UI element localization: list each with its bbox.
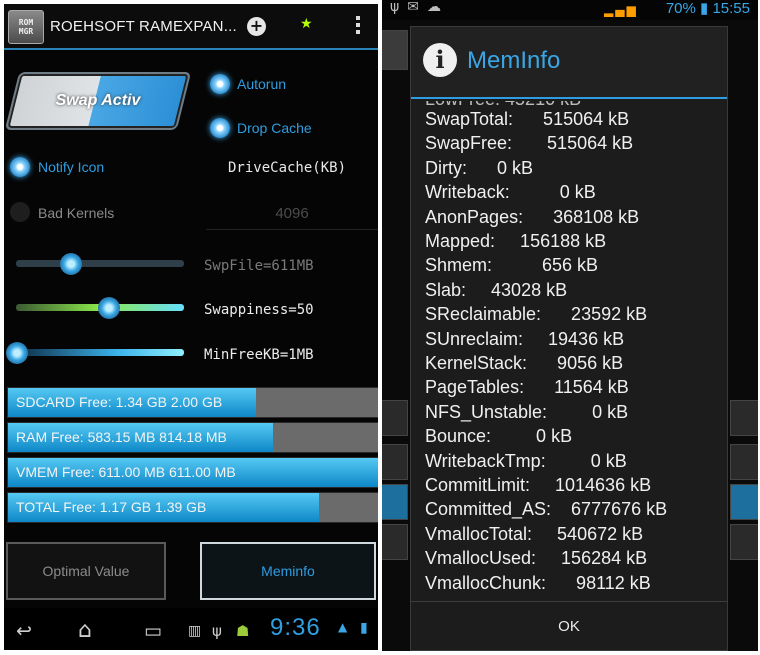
notify-icon-label: Notify Icon <box>38 159 105 175</box>
meminfo-row: Mapped: 156188 kB <box>425 231 607 251</box>
battery-icon: ▮ <box>700 0 709 17</box>
meminfo-row: KernelStack: 9056 kB <box>425 353 624 373</box>
background-bar <box>382 444 408 480</box>
vmem-free-bar: VMEM Free: 611.00 MB 611.00 MB <box>7 457 378 488</box>
swapfile-slider-track[interactable] <box>16 260 184 267</box>
notify-icon-radio[interactable] <box>10 157 30 177</box>
recent-apps-icon[interactable]: ▭ <box>144 620 162 642</box>
background-bar <box>382 484 408 520</box>
meminfo-screen: ψ✉☁ ▂▄▆ 70% ▮ 15:55 i MemInfo LowFree: 4… <box>382 0 758 651</box>
total-free-bar: TOTAL Free: 1.17 GB 1.39 GB <box>7 492 378 523</box>
info-icon: i <box>423 43 457 77</box>
drop-cache-label: Drop Cache <box>237 120 312 136</box>
usb-icon: ψ <box>212 622 222 640</box>
meminfo-row: SReclaimable: 23592 kB <box>425 304 648 325</box>
meminfo-list[interactable]: LowFree: 45210 kB SwapTotal: 515064 kBSw… <box>411 101 727 593</box>
system-nav-bar: ↩ ⌂ ▭ ▥ ψ ☗ 9:36 ▲ ▮ <box>4 608 378 650</box>
total-free-text: TOTAL Free: 1.17 GB 1.39 GB <box>16 499 207 515</box>
meminfo-row: Writeback: 0 kB <box>425 182 596 203</box>
meminfo-row: SwapFree: 515064 kB <box>425 133 634 154</box>
add-icon[interactable]: + <box>247 17 266 36</box>
app-icon[interactable]: ROM MGR <box>8 10 44 44</box>
sdcard-free-bar: SDCARD Free: 1.34 GB 2.00 GB <box>7 387 378 418</box>
meminfo-row: AnonPages: 368108 kB <box>425 206 640 227</box>
swappiness-label: Swappiness=50 <box>204 302 314 318</box>
swap-toggle-label: Swap Activ <box>55 92 141 109</box>
meminfo-row: CommitLimit: 1014636 kB <box>425 475 652 495</box>
meminfo-row: Shmem: 656 kB <box>425 255 599 276</box>
notification-icons: ψ✉☁ <box>390 0 449 15</box>
background-bar <box>382 400 408 436</box>
meminfo-row: WritebackTmp: 0 kB <box>425 450 627 471</box>
background-bar <box>382 524 408 560</box>
battery-percent: 70% <box>665 0 696 17</box>
optimal-value-label: Optimal Value <box>42 563 130 579</box>
meminfo-row: VmallocChunk: 98112 kB <box>425 572 651 593</box>
overflow-menu-icon[interactable] <box>356 16 360 36</box>
meminfo-row: Slab: 43028 kB <box>425 279 568 300</box>
optimal-value-button[interactable]: Optimal Value <box>6 542 166 600</box>
swapfile-label: SwpFile=611MB <box>204 258 314 274</box>
dialog-header: i MemInfo <box>411 27 727 99</box>
star-icon[interactable]: ★ <box>300 16 313 32</box>
minfree-slider-track[interactable] <box>16 349 184 356</box>
action-bar: ROM MGR ROEHSOFT RAMEXPAN... + ★ <box>4 4 378 50</box>
background-app-icon <box>382 30 408 70</box>
signal-bars-icon: ▂▄▆ <box>604 3 638 17</box>
bad-kernels-radio[interactable] <box>10 202 30 222</box>
meminfo-dialog: i MemInfo LowFree: 45210 kB SwapTotal: 5… <box>410 26 728 651</box>
status-clock: 9:36 <box>270 614 321 641</box>
vmem-free-text: VMEM Free: 611.00 MB 611.00 MB <box>16 464 236 480</box>
swappiness-slider-thumb[interactable] <box>98 297 121 319</box>
autorun-radio[interactable] <box>210 74 230 94</box>
autorun-label: Autorun <box>237 76 287 92</box>
meminfo-label: Meminfo <box>261 563 315 579</box>
sdcard-free-text: SDCARD Free: 1.34 GB 2.00 GB <box>16 394 223 410</box>
meminfo-button[interactable]: Meminfo <box>200 542 376 600</box>
status-bar: ψ✉☁ ▂▄▆ 70% ▮ 15:55 <box>382 0 758 20</box>
minfree-label: MinFreeKB=1MB <box>204 347 314 363</box>
meminfo-row: NFS_Unstable: 0 kB <box>425 401 629 422</box>
drive-cache-label: DriveCache(KB) <box>228 160 347 176</box>
meminfo-row: Dirty: 0 kB <box>425 157 534 178</box>
meminfo-row: VmallocTotal: 540672 kB <box>425 523 644 544</box>
drive-cache-input[interactable]: 4096 <box>206 198 378 230</box>
background-bar <box>730 524 758 560</box>
meminfo-row: SwapTotal: 515064 kB <box>425 109 630 129</box>
minfree-slider-thumb[interactable] <box>6 342 28 364</box>
ok-button[interactable]: OK <box>411 602 727 651</box>
background-bar <box>730 444 758 480</box>
bad-kernels-label: Bad Kernels <box>38 205 115 221</box>
meminfo-row: SUnreclaim: 19436 kB <box>425 328 625 349</box>
battery-icon: ▮ <box>360 620 368 636</box>
dialog-footer: OK <box>411 601 727 651</box>
android-icon: ☗ <box>236 622 250 640</box>
meminfo-row: PageTables: 11564 kB <box>425 377 629 398</box>
status-time: 15:55 <box>712 0 750 17</box>
meminfo-row: Committed_AS: 6777676 kB <box>425 499 668 520</box>
home-icon[interactable]: ⌂ <box>78 618 92 643</box>
ram-free-text: RAM Free: 583.15 MB 814.18 MB <box>16 429 227 445</box>
dialog-title: MemInfo <box>467 47 561 74</box>
app-title: ROEHSOFT RAMEXPAN... <box>50 18 237 35</box>
meminfo-row: Bounce: 0 kB <box>425 426 573 447</box>
swapfile-slider-thumb[interactable] <box>59 253 82 275</box>
status-battery-time: 70% ▮ 15:55 <box>666 0 750 17</box>
ramexpander-screen: ROM MGR ROEHSOFT RAMEXPAN... + ★ Swap Act… <box>4 4 378 650</box>
signal-icon: ▲ <box>338 620 348 634</box>
barcode-icon: ▥ <box>188 623 202 639</box>
back-icon[interactable]: ↩ <box>16 620 32 642</box>
ram-free-bar: RAM Free: 583.15 MB 814.18 MB <box>7 422 378 453</box>
drop-cache-radio[interactable] <box>210 118 230 138</box>
background-bar <box>730 484 758 520</box>
background-bar <box>730 400 758 436</box>
meminfo-row: VmallocUsed: 156284 kB <box>425 548 648 569</box>
